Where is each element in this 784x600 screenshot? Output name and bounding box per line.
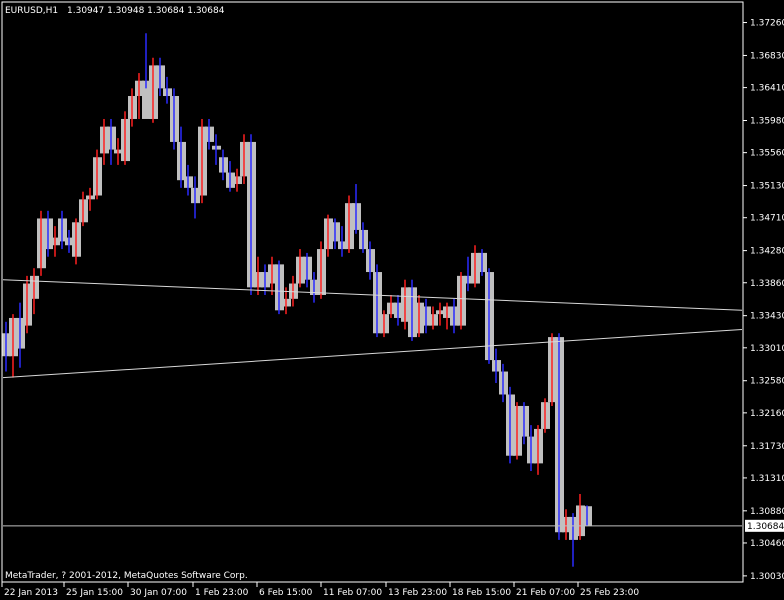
y-tick-label: 1.30880 bbox=[750, 507, 784, 517]
y-tick-label: 1.30030 bbox=[750, 572, 784, 582]
candle bbox=[380, 310, 389, 338]
y-tick-label: 1.35130 bbox=[750, 182, 784, 192]
ohlc-values: 1.30947 1.30948 1.30684 1.30684 bbox=[67, 6, 225, 16]
y-tick-label: 1.31730 bbox=[750, 442, 784, 452]
candle bbox=[247, 134, 256, 295]
x-tick-label: 25 Jan 15:00 bbox=[66, 588, 123, 598]
symbol-label: EURUSD,H1 bbox=[5, 6, 58, 16]
y-tick-label: 1.37260 bbox=[750, 19, 784, 29]
y-tick-label: 1.31310 bbox=[750, 474, 784, 484]
y-tick-label: 1.33010 bbox=[750, 344, 784, 354]
x-tick-label: 22 Jan 2013 bbox=[4, 588, 58, 598]
price-chart[interactable]: 1.37260 1.36830 1.36410 1.35980 1.35560 1.351… bbox=[0, 0, 784, 600]
chart-background bbox=[0, 0, 784, 600]
y-tick-label: 1.36830 bbox=[750, 51, 784, 61]
candle bbox=[583, 505, 592, 527]
x-tick-label: 21 Feb 07:00 bbox=[516, 588, 575, 598]
candle bbox=[555, 333, 564, 540]
x-tick-label: 1 Feb 23:00 bbox=[195, 588, 249, 598]
y-tick-label: 1.36410 bbox=[750, 84, 784, 94]
y-tick-label: 1.35560 bbox=[750, 149, 784, 159]
y-tick-label: 1.35980 bbox=[750, 117, 784, 127]
x-tick-label: 18 Feb 15:00 bbox=[452, 588, 511, 598]
x-tick-label: 13 Feb 23:00 bbox=[388, 588, 447, 598]
y-tick-label: 1.32580 bbox=[750, 377, 784, 387]
y-tick-label: 1.33430 bbox=[750, 312, 784, 322]
current-price-label: 1.30684 bbox=[747, 522, 784, 532]
x-tick-label: 6 Feb 15:00 bbox=[259, 588, 313, 598]
candle bbox=[121, 111, 130, 165]
candle bbox=[170, 88, 179, 150]
copyright-label: MetaTrader, ? 2001-2012, MetaQuotes Soft… bbox=[5, 571, 248, 581]
y-tick-label: 1.34280 bbox=[750, 247, 784, 257]
y-tick-label: 1.34710 bbox=[750, 214, 784, 224]
candle bbox=[478, 249, 487, 276]
y-tick-label: 1.33860 bbox=[750, 279, 784, 289]
y-tick-label: 1.32160 bbox=[750, 409, 784, 419]
x-tick-label: 11 Feb 07:00 bbox=[323, 588, 382, 598]
candle bbox=[317, 241, 326, 299]
candle bbox=[485, 268, 494, 364]
x-tick-label: 30 Jan 07:00 bbox=[130, 588, 187, 598]
x-tick-label: 25 Feb 23:00 bbox=[580, 588, 639, 598]
candle bbox=[541, 398, 550, 433]
y-tick-label: 1.30460 bbox=[750, 539, 784, 549]
